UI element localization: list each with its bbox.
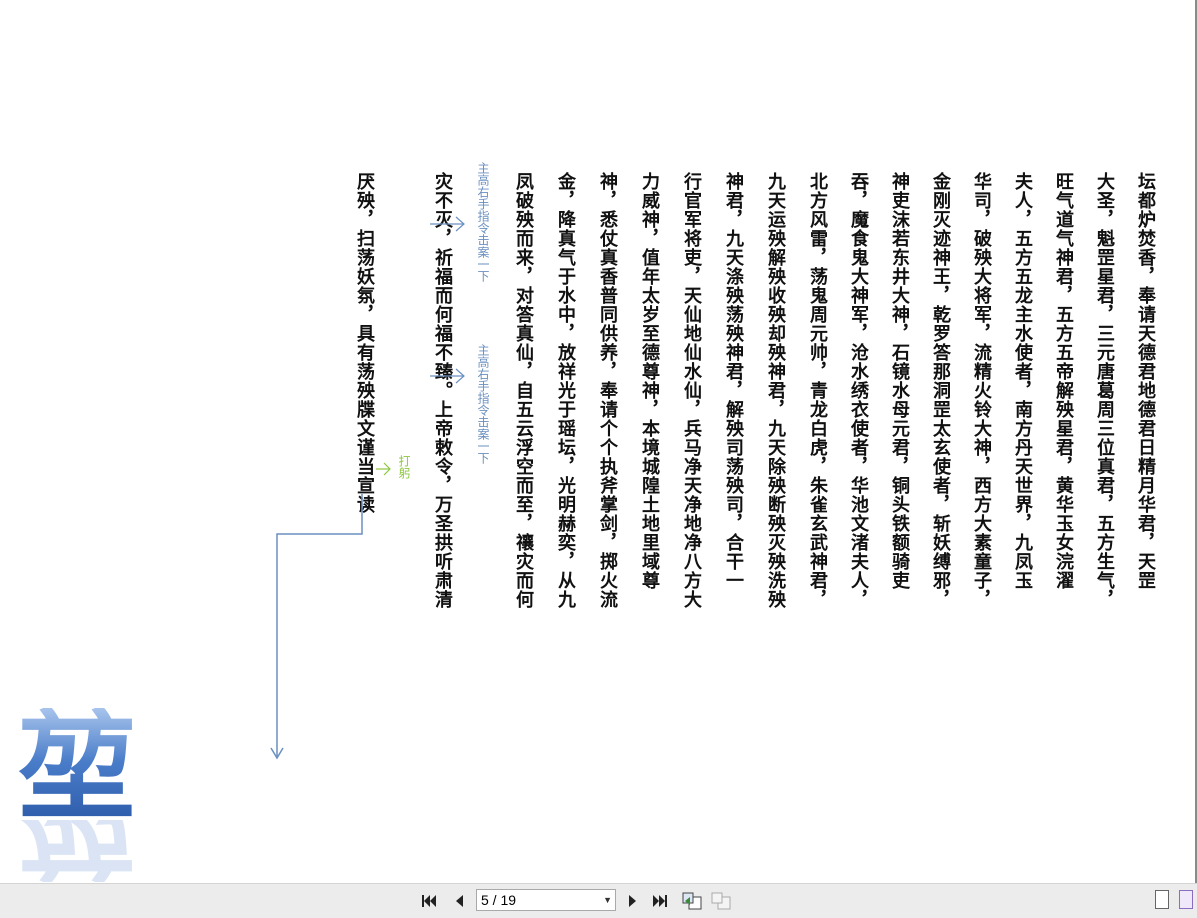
prev-page-button[interactable]: [450, 891, 468, 911]
first-page-button[interactable]: [420, 891, 438, 911]
prev-page-icon: [456, 895, 463, 907]
seal-glyph-reflection: 堃: [18, 820, 136, 882]
text-column: 行官军将吏，天仙地仙水仙，兵马净天净地净八方大: [681, 172, 702, 609]
right-arrow-icon: [376, 462, 391, 476]
text-column: 神君，九天涤殃荡殃神君，解殃司荡殃司，合干一: [723, 172, 744, 590]
text-column: 厌殃，扫荡妖氛，具有荡殃牒文谨当宣读: [354, 172, 375, 514]
text-column: 旺气道气神君，五方五帝解殃星君，黄华玉女浣濯: [1053, 172, 1074, 590]
text-column: 夫人，五方五龙主水使者，南方丹天世界，九凤玉: [1012, 172, 1033, 590]
flow-connector-arrow: [270, 494, 363, 760]
text-column: 金刚灭迹神王，乾罗答那洞罡太玄使者，斩妖缚邪，: [930, 172, 951, 609]
ritual-note: 主高右手指令击案一下: [476, 344, 490, 464]
go-forward-icon: [711, 892, 731, 910]
right-arrow-icon: [430, 216, 465, 232]
text-column: 神，悉仗真香普同供养，奉请个个执斧掌剑，掷火流: [597, 172, 618, 609]
ritual-note: 主高右手指令击案一下: [476, 162, 490, 282]
right-arrow-icon: [430, 368, 465, 384]
text-column: 坛都炉焚香，奉请天德君地德君日精月华君，天罡: [1135, 172, 1156, 590]
text-column: 吞，魔食鬼大神军，沧水绣衣使者，华池文渚夫人，: [848, 172, 869, 609]
page-number-select[interactable]: 5 / 19 ▼: [476, 889, 616, 911]
ritual-note-bow: 打躬: [397, 455, 411, 479]
go-back-button[interactable]: [681, 891, 703, 911]
next-page-button[interactable]: [624, 891, 642, 911]
go-back-icon: [682, 892, 702, 910]
text-column: 神吏沫若东井大神，石镜水母元君，铜头铁额骑吏: [889, 172, 910, 590]
chevron-down-icon: ▼: [603, 895, 612, 905]
text-column: 灾不灭，祈福而何福不臻。上帝敕令，万圣拱听肃清: [432, 172, 453, 609]
last-page-button[interactable]: [651, 891, 669, 911]
page-number-value: 5 / 19: [481, 892, 517, 908]
last-page-icon: [653, 895, 667, 907]
text-column: 力威神，值年太岁至德尊神，本境城隍土地里域尊: [639, 172, 660, 590]
text-column: 九天运殃解殃收殃却殃神君，九天除殃断殃灭殃洗殃: [765, 172, 786, 609]
text-column: 华司，破殃大将军，流精火铃大神，西方大素童子，: [971, 172, 992, 609]
next-page-icon: [629, 895, 636, 907]
text-column: 凤破殃而来，对答真仙，自五云浮空而至，禳灾而何: [513, 172, 534, 609]
single-page-view-icon[interactable]: [1155, 890, 1169, 909]
text-column: 北方风雷，荡鬼周元帅，青龙白虎，朱雀玄武神君，: [807, 172, 828, 609]
first-page-icon: [422, 895, 436, 907]
document-page: 坛都炉焚香，奉请天德君地德君日精月华君，天罡 大圣，魁罡星君，三元唐葛周三位真君…: [0, 0, 1197, 883]
page-navigation-toolbar: 5 / 19 ▼: [0, 883, 1197, 918]
text-column: 金，降真气于水中，放祥光于瑶坛，光明赫奕，从九: [555, 172, 576, 609]
text-column: 大圣，魁罡星君，三元唐葛周三位真君，五方生气，: [1094, 172, 1115, 609]
go-forward-button[interactable]: [710, 891, 732, 911]
continuous-view-icon[interactable]: [1179, 890, 1193, 909]
seal-glyph: 堃: [18, 697, 137, 836]
